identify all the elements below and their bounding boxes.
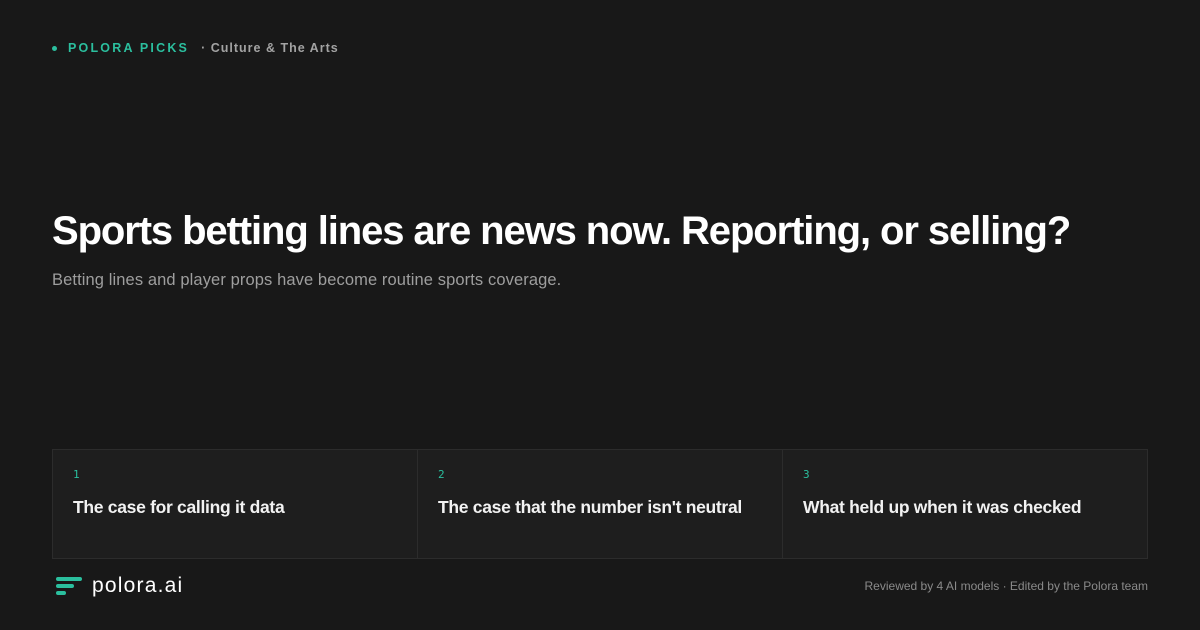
section-card-2[interactable]: 2 The case that the number isn't neutral (418, 450, 783, 558)
footer-credit: Reviewed by 4 AI models · Edited by the … (864, 579, 1148, 593)
section-number: 1 (73, 468, 80, 481)
section-card-1[interactable]: 1 The case for calling it data (53, 450, 418, 558)
section-number: 3 (803, 468, 810, 481)
section-title: The case for calling it data (73, 497, 285, 517)
section-number: 2 (438, 468, 445, 481)
section-card-3[interactable]: 3 What held up when it was checked (783, 450, 1147, 558)
polora-logo-icon (56, 577, 82, 595)
section-title: The case that the number isn't neutral (438, 497, 742, 517)
section-cards: 1 The case for calling it data 2 The cas… (52, 449, 1148, 559)
footer-logo[interactable]: polora.ai (56, 572, 183, 600)
dot-icon (52, 45, 57, 51)
logo-text: polora.ai (92, 574, 184, 597)
brand-tag: POLORA PICKS (68, 41, 190, 55)
share-card: POLORA PICKS · Culture & The Arts Sports… (0, 0, 1200, 630)
headline: Sports betting lines are news now. Repor… (52, 209, 1071, 253)
category-label[interactable]: · Culture & The Arts (201, 41, 339, 55)
topbar: POLORA PICKS · Culture & The Arts (52, 40, 339, 56)
section-title: What held up when it was checked (803, 497, 1082, 517)
subhead: Betting lines and player props have beco… (52, 271, 562, 289)
